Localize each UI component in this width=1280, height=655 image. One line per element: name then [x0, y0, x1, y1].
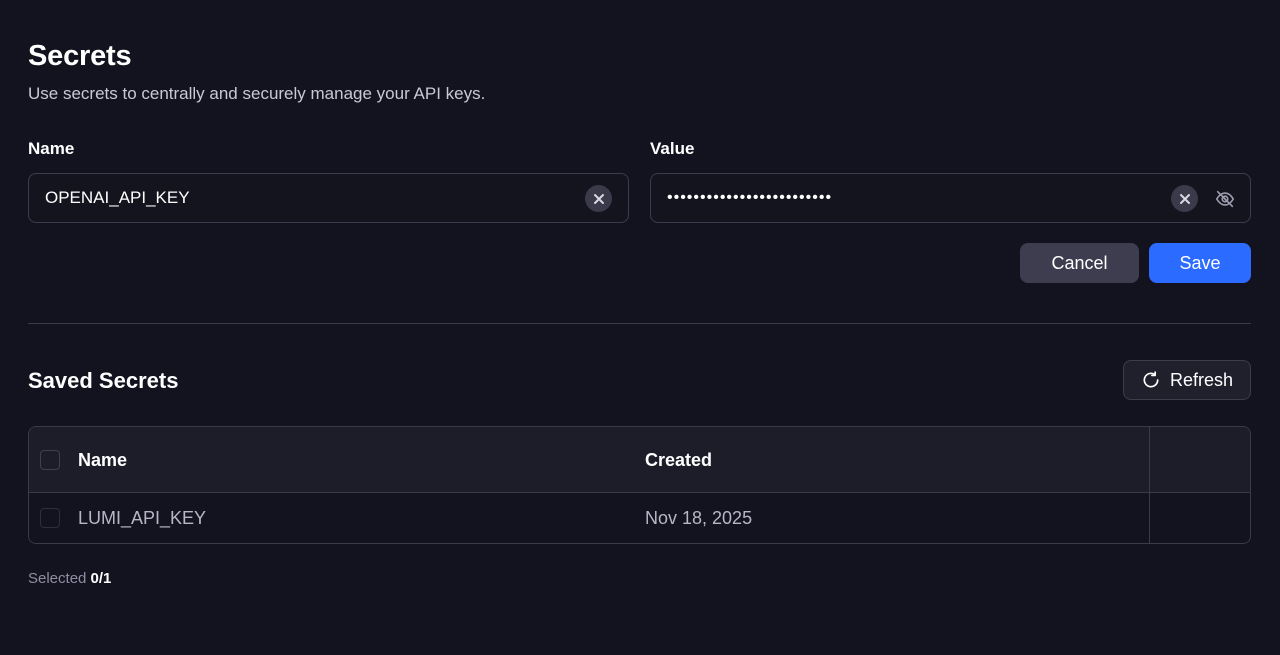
secrets-table: Name Created LUMI_API_KEY Nov 18, 2025	[28, 426, 1251, 544]
value-field	[650, 173, 1251, 223]
eye-off-icon	[1215, 190, 1235, 208]
column-header-name[interactable]: Name	[78, 427, 127, 493]
name-input[interactable]	[45, 174, 565, 222]
selection-status: Selected 0/1	[28, 570, 111, 587]
section-divider	[28, 323, 1251, 324]
value-field-label: Value	[650, 139, 695, 158]
refresh-icon	[1143, 371, 1159, 388]
column-divider	[1149, 427, 1150, 492]
select-all-checkbox[interactable]	[40, 450, 60, 470]
secret-created-cell: Nov 18, 2025	[645, 508, 753, 528]
secret-name-cell: LUMI_API_KEY	[78, 508, 207, 528]
save-button[interactable]: Save	[1149, 243, 1251, 283]
selected-count: 0/1	[90, 570, 112, 587]
column-header-created[interactable]: Created	[645, 427, 712, 493]
selected-label: Selected	[28, 570, 87, 587]
column-divider	[1149, 493, 1150, 543]
close-icon	[593, 193, 604, 204]
refresh-label: Refresh	[1169, 369, 1234, 390]
table-header: Name Created	[29, 427, 1250, 493]
page-subtitle: Use secrets to centrally and securely ma…	[28, 84, 486, 103]
clear-value-button[interactable]	[1171, 185, 1198, 212]
name-field	[28, 173, 629, 223]
saved-secrets-title: Saved Secrets	[28, 368, 179, 393]
value-input[interactable]	[667, 174, 1187, 222]
page-title: Secrets	[28, 40, 132, 72]
name-field-label: Name	[28, 139, 75, 158]
close-icon	[1179, 193, 1190, 204]
clear-name-button[interactable]	[585, 185, 612, 212]
row-checkbox[interactable]	[40, 508, 60, 528]
refresh-button[interactable]: Refresh	[1123, 360, 1251, 400]
toggle-visibility-button[interactable]	[1212, 186, 1238, 212]
cancel-button[interactable]: Cancel	[1020, 243, 1139, 283]
table-row[interactable]: LUMI_API_KEY Nov 18, 2025	[29, 493, 1250, 543]
